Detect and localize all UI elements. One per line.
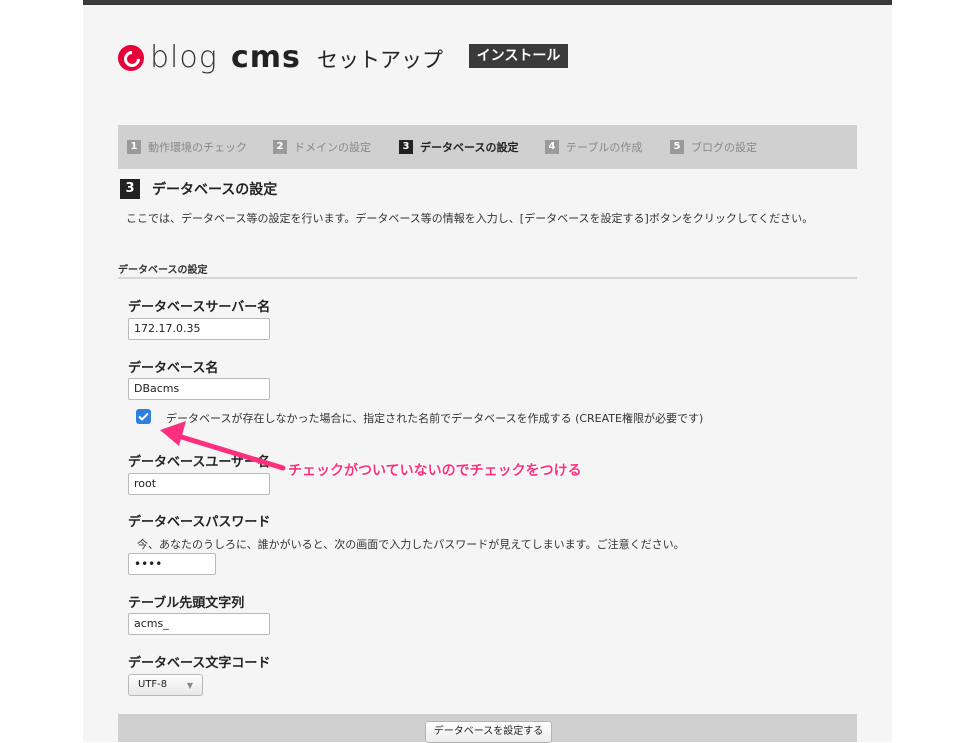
step-3: 3 データベースの設定 — [399, 139, 518, 155]
chevron-down-icon: ▼ — [186, 681, 193, 690]
prefix-input[interactable]: acms_ — [128, 613, 270, 635]
step-label: データベースの設定 — [420, 141, 519, 154]
step-4: 4 テーブルの作成 — [545, 139, 642, 155]
step-number: 2 — [273, 140, 287, 154]
logo-mark-icon — [118, 45, 144, 71]
charset-select[interactable]: UTF-8 ▼ — [128, 674, 203, 696]
password-label: データベースパスワード — [128, 515, 271, 530]
step-indicator: 1 動作環境のチェック 2 ドメインの設定 3 データベースの設定 4 テーブル… — [118, 125, 857, 169]
checkmark-icon — [138, 412, 149, 421]
dbname-input[interactable]: DBacms — [128, 378, 270, 400]
user-label: データベースユーザー名 — [128, 455, 271, 470]
step-number: 1 — [127, 140, 141, 154]
server-input[interactable]: 172.17.0.35 — [128, 318, 270, 340]
page-title: セットアップ — [317, 48, 443, 72]
section-number: 3 — [120, 179, 140, 199]
section-title: データベースの設定 — [152, 182, 278, 198]
password-note: 今、あなたのうしろに、誰かがいると、次の画面で入力したパスワードが見えてしまいま… — [137, 538, 685, 551]
charset-selected: UTF-8 — [138, 679, 168, 690]
annotation-text: チェックがついていないのでチェックをつける — [288, 463, 582, 479]
submit-button[interactable]: データベースを設定する — [425, 721, 552, 743]
charset-label: データベース文字コード — [128, 656, 271, 671]
logo-blog-text: blog — [150, 40, 218, 75]
create-db-checkbox[interactable] — [136, 409, 151, 424]
step-1: 1 動作環境のチェック — [127, 139, 247, 155]
step-2: 2 ドメインの設定 — [273, 139, 371, 155]
user-input[interactable]: root — [128, 473, 270, 495]
step-label: ブログの設定 — [691, 141, 757, 154]
create-db-checkbox-label: データベースが存在しなかった場合に、指定された名前でデータベースを作成する (C… — [166, 412, 704, 425]
section-description: ここでは、データベース等の設定を行います。データベース等の情報を入力し、[データ… — [126, 212, 814, 225]
step-label: テーブルの作成 — [566, 141, 643, 154]
prefix-label: テーブル先頭文字列 — [128, 596, 245, 611]
subsection-title: データベースの設定 — [118, 265, 208, 276]
step-number: 5 — [670, 140, 684, 154]
step-label: 動作環境のチェック — [148, 141, 247, 154]
step-5: 5 ブログの設定 — [670, 139, 757, 155]
password-input[interactable]: •••• — [128, 553, 216, 575]
step-number: 3 — [399, 140, 413, 154]
divider — [118, 277, 857, 279]
logo-cms-text: cms — [231, 40, 301, 75]
server-label: データベースサーバー名 — [128, 300, 271, 315]
dbname-label: データベース名 — [128, 361, 219, 376]
step-label: ドメインの設定 — [294, 141, 371, 154]
install-badge: インストール — [469, 44, 568, 68]
top-bar — [83, 0, 892, 5]
step-number: 4 — [545, 140, 559, 154]
